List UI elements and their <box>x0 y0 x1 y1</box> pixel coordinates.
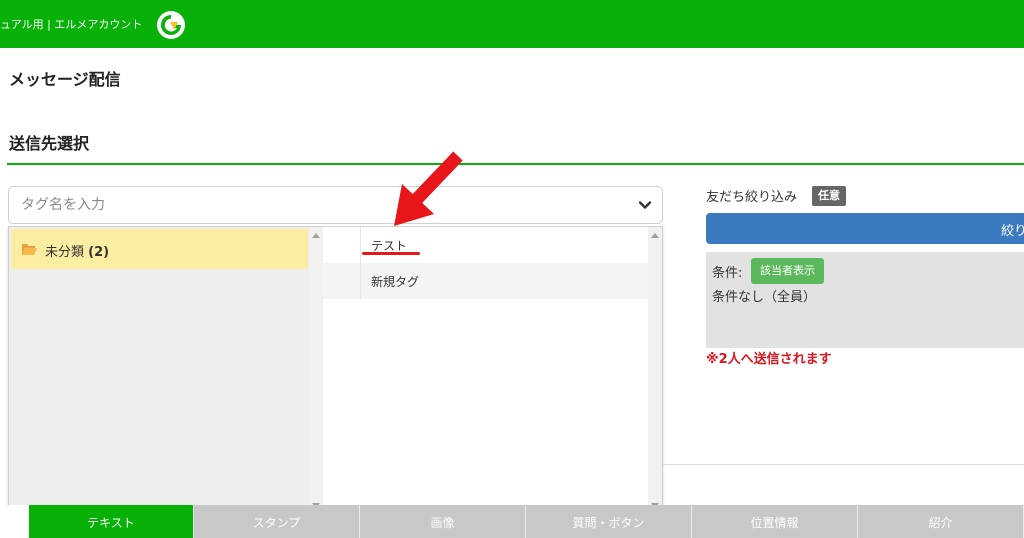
section-title: 送信先選択 <box>9 134 90 153</box>
tag-checkbox[interactable] <box>323 227 361 263</box>
tag-item[interactable]: 新規タグ <box>323 263 648 299</box>
condition-label: 条件: <box>712 266 743 281</box>
folder-open-icon <box>22 244 37 255</box>
tag-folder-label: 未分類 <box>45 245 85 260</box>
message-type-tabs: テキスト スタンプ 画像 質問・ボタン 位置情報 紹介 <box>0 505 1024 538</box>
tag-list: テスト 新規タグ <box>323 227 648 514</box>
tag-folder-item[interactable]: 未分類 (2) <box>11 229 308 269</box>
line-logo-icon[interactable] <box>156 10 186 40</box>
annotation-underline <box>362 252 420 255</box>
scroll-up-icon[interactable] <box>312 233 320 238</box>
section-divider <box>7 163 1024 165</box>
tab-location[interactable]: 位置情報 <box>692 505 858 538</box>
tag-checkbox[interactable] <box>323 263 361 299</box>
filter-label: 友だち絞り込み <box>706 190 798 205</box>
tag-scrollbar[interactable] <box>648 227 662 514</box>
condition-value: 条件なし（全員） <box>712 290 817 305</box>
tag-search-box[interactable] <box>8 186 663 224</box>
top-header-bar: ュアル用 | エルメアカウント <box>0 0 1024 48</box>
tab-label: 紹介 <box>928 516 953 530</box>
tab-introduction[interactable]: 紹介 <box>858 505 1024 538</box>
tab-image[interactable]: 画像 <box>360 505 526 538</box>
show-matching-button[interactable]: 該当者表示 <box>751 258 824 284</box>
page-title: メッセージ配信 <box>9 70 121 89</box>
send-count-note: ※2人へ送信されます <box>706 352 832 367</box>
tag-folder-count: (2) <box>88 245 110 260</box>
chevron-down-icon[interactable] <box>638 198 652 212</box>
tab-label: 画像 <box>430 516 455 530</box>
tag-search-input[interactable] <box>21 195 611 215</box>
tab-label: 質問・ボタン <box>572 516 645 530</box>
folder-scrollbar[interactable] <box>309 227 323 514</box>
tag-item-label: 新規タグ <box>371 275 420 289</box>
content-divider <box>663 464 1024 465</box>
scroll-up-icon[interactable] <box>651 233 659 238</box>
tag-folder-list: 未分類 (2) <box>9 227 331 514</box>
optional-badge: 任意 <box>812 186 846 206</box>
account-title: ュアル用 | エルメアカウント <box>0 18 143 31</box>
filter-button[interactable]: 絞り <box>706 213 1024 244</box>
tag-item[interactable]: テスト <box>323 227 648 263</box>
tab-label: テキスト <box>87 516 135 530</box>
tab-label: スタンプ <box>252 516 301 530</box>
tab-text[interactable]: テキスト <box>29 505 194 538</box>
tag-selector-panel: 未分類 (2) テスト 新規タグ <box>8 226 663 515</box>
filter-button-label: 絞り <box>1001 223 1024 238</box>
tab-label: 位置情報 <box>750 516 799 530</box>
tabs-leading-space <box>0 505 29 538</box>
condition-box: 条件: 該当者表示 条件なし（全員） <box>706 252 1024 348</box>
annotation-arrow-icon <box>394 151 463 226</box>
tab-question-button[interactable]: 質問・ボタン <box>526 505 692 538</box>
tab-stamp[interactable]: スタンプ <box>194 505 360 538</box>
